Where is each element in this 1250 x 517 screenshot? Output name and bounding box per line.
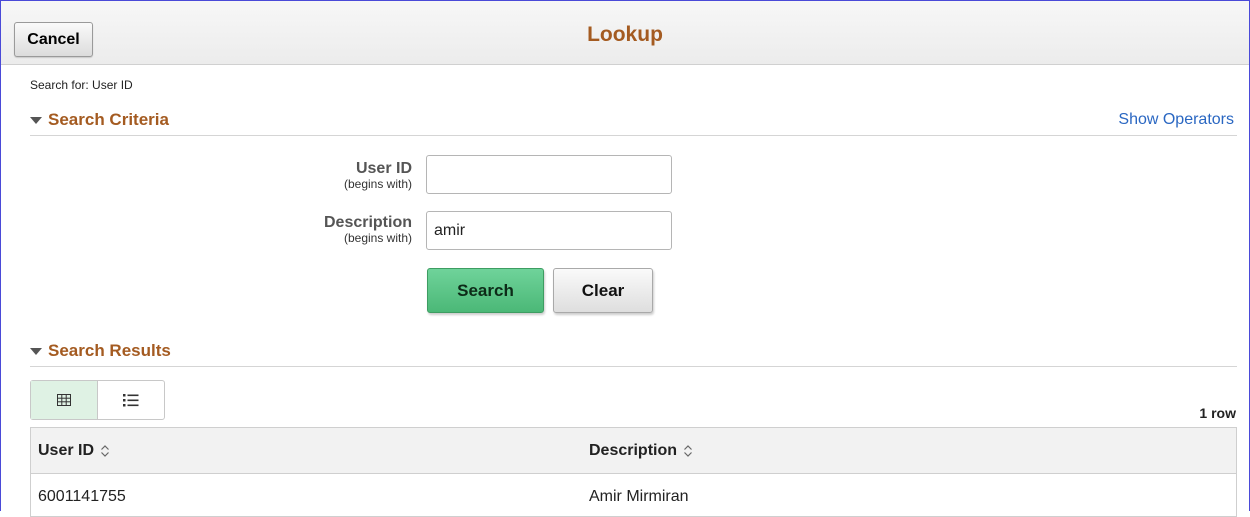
user-id-label-text: User ID <box>355 160 412 177</box>
results-divider <box>30 366 1237 367</box>
search-for-label: Search for: User ID <box>30 78 133 92</box>
description-label: Description (begins with) <box>292 214 412 245</box>
user-id-operator-text: (begins with) <box>343 177 412 191</box>
search-criteria-title: Search Criteria <box>48 110 169 129</box>
user-id-label: User ID (begins with) <box>292 160 412 191</box>
show-operators-link[interactable]: Show Operators <box>1118 111 1234 129</box>
sort-icon <box>100 444 110 458</box>
sort-icon <box>683 444 693 458</box>
result-user-id-link[interactable]: 6001141755 <box>38 488 126 506</box>
column-header-description[interactable]: Description <box>589 428 693 474</box>
grid-header-row: User ID Description <box>31 428 1236 474</box>
search-button[interactable]: Search <box>427 268 544 313</box>
search-results-header[interactable]: Search Results <box>30 341 171 361</box>
grid-view-button[interactable] <box>31 381 98 419</box>
results-grid: User ID Description 6001141755 Amir Mirm… <box>30 427 1237 517</box>
list-view-icon <box>122 393 139 406</box>
view-toggle <box>30 380 165 420</box>
row-count: 1 row <box>1199 405 1236 421</box>
description-input[interactable] <box>426 211 672 250</box>
search-criteria-header[interactable]: Search Criteria <box>30 110 169 130</box>
clear-button[interactable]: Clear <box>553 268 653 313</box>
column-header-user-id-label: User ID <box>38 442 95 459</box>
triangle-down-icon <box>30 348 42 355</box>
user-id-input[interactable] <box>426 155 672 194</box>
description-operator-text: (begins with) <box>343 231 412 245</box>
result-description-link[interactable]: Amir Mirmiran <box>589 488 689 506</box>
criteria-divider <box>30 135 1237 136</box>
page-header: Cancel Lookup <box>1 1 1249 65</box>
page-title: Lookup <box>587 23 663 46</box>
grid-view-icon <box>56 394 71 406</box>
list-view-button[interactable] <box>98 381 165 419</box>
column-header-description-label: Description <box>589 442 678 459</box>
description-label-text: Description <box>323 214 412 231</box>
search-results-title: Search Results <box>48 341 171 360</box>
column-header-user-id[interactable]: User ID <box>38 428 110 474</box>
triangle-down-icon <box>30 117 42 124</box>
